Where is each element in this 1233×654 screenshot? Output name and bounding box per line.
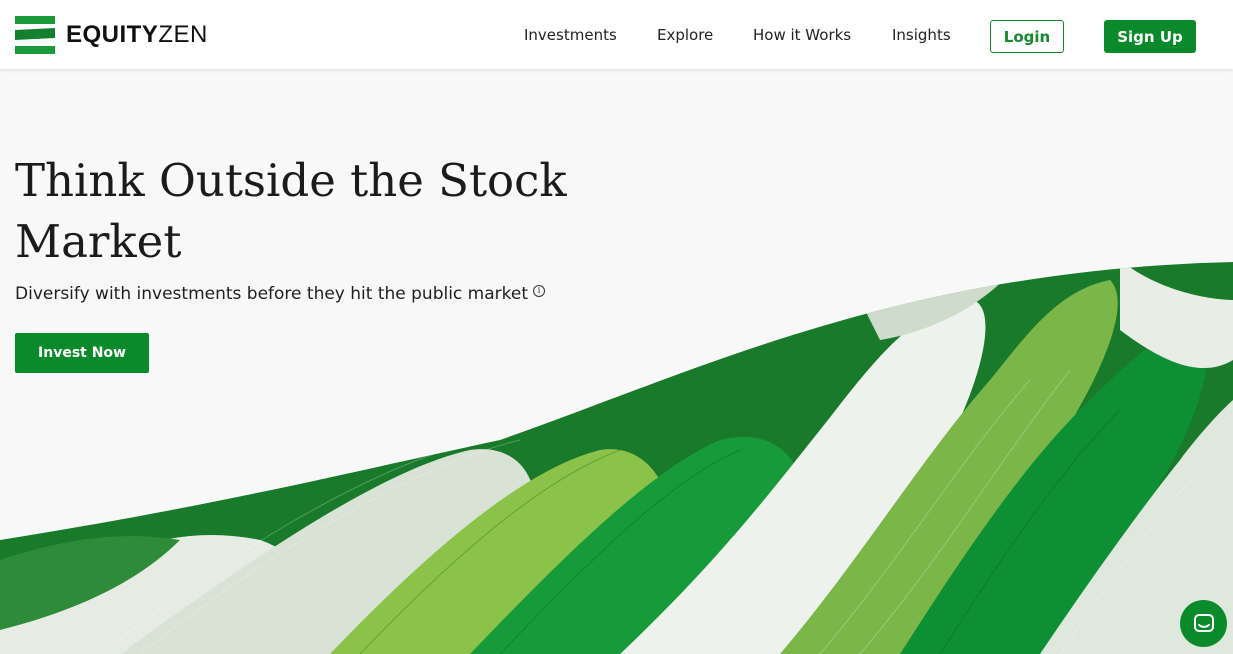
- login-button[interactable]: Login: [990, 20, 1064, 53]
- chat-launcher-button[interactable]: [1180, 600, 1227, 647]
- nav-link-investments[interactable]: Investments: [524, 26, 617, 44]
- chat-bubble-icon: [1193, 613, 1214, 632]
- hero-subtitle-text: Diversify with investments before they h…: [15, 284, 529, 304]
- signup-button[interactable]: Sign Up: [1104, 20, 1196, 53]
- nav-link-explore[interactable]: Explore: [657, 26, 713, 44]
- site-header: EQUITYZEN Investments Explore How it Wor…: [0, 0, 1233, 69]
- info-icon[interactable]: i: [533, 285, 546, 297]
- brand-wordmark: EQUITYZEN: [66, 21, 208, 49]
- hero-title: Think Outside the Stock Market: [15, 154, 567, 268]
- brand-name-bold: EQUITY: [66, 21, 159, 48]
- hero-subtitle: Diversify with investments before they h…: [15, 284, 546, 304]
- brand-logo[interactable]: EQUITYZEN: [15, 16, 208, 54]
- hero-ribbon-art: [0, 262, 1233, 654]
- stacked-stripes-logo-icon: [15, 16, 55, 54]
- brand-name-light: ZEN: [158, 21, 208, 48]
- invest-now-button[interactable]: Invest Now: [15, 333, 149, 373]
- nav-link-how-it-works[interactable]: How it Works: [753, 26, 851, 44]
- nav-link-insights[interactable]: Insights: [892, 26, 951, 44]
